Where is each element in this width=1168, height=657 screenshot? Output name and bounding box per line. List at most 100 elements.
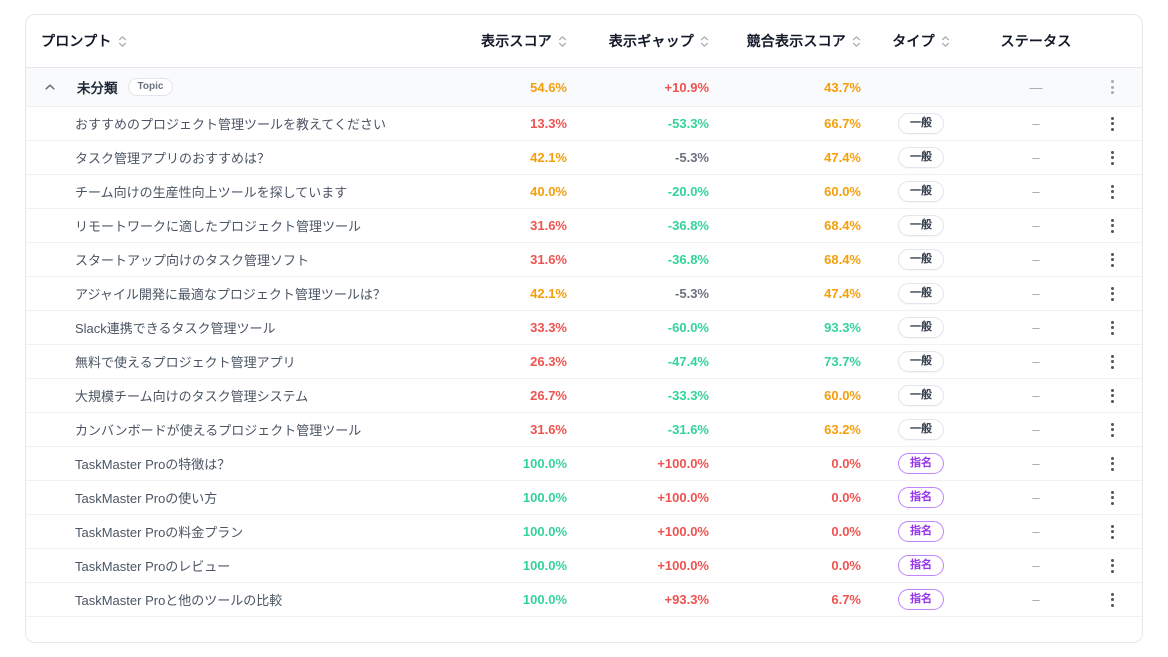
row-actions-menu-button[interactable] [1105, 351, 1120, 373]
sort-icon [558, 35, 567, 48]
prompts-table-card: プロンプト表示スコア 表示ギャップ 競合表示スコアタイプステータス 未分類Topic… [25, 14, 1143, 643]
type-badge: 指名 [898, 521, 944, 542]
row-actions-menu-button[interactable] [1105, 76, 1120, 98]
type-badge: 指名 [898, 589, 944, 610]
score-cell: 31.6% [442, 218, 567, 233]
score-cell: 100.0% [442, 558, 567, 573]
prompt-row: 大規模チーム向けのタスク管理システム26.7%-33.3%60.0%一般– [26, 379, 1142, 413]
group-competitor-score-cell: 43.7% [709, 80, 861, 95]
status-cell: – [981, 252, 1091, 267]
gap-value: -60.0% [668, 320, 709, 335]
type-cell: 指名 [861, 589, 981, 610]
type-badge: 一般 [898, 317, 944, 338]
prompt-text: 無料で使えるプロジェクト管理アプリ [75, 352, 296, 371]
row-actions-menu-button[interactable] [1105, 385, 1120, 407]
row-actions-menu-button[interactable] [1105, 453, 1120, 475]
column-header-prompt[interactable]: プロンプト [26, 31, 442, 51]
prompt-text: おすすめのプロジェクト管理ツールを教えてください [75, 114, 386, 133]
competitor-score-value: 68.4% [824, 218, 861, 233]
column-header-status: ステータス [981, 31, 1091, 51]
prompt-cell: TaskMaster Proの特徴は？ [26, 454, 442, 473]
competitor-score-cell: 73.7% [709, 354, 861, 369]
row-actions-menu-button[interactable] [1105, 181, 1120, 203]
column-header-gap[interactable]: 表示ギャップ [567, 31, 709, 51]
gap-value: +100.0% [657, 558, 709, 573]
row-actions-menu-button[interactable] [1105, 147, 1120, 169]
type-cell: 一般 [861, 385, 981, 406]
prompt-text: TaskMaster Proの料金プラン [75, 522, 243, 541]
gap-value: -5.3% [675, 286, 709, 301]
gap-cell: -53.3% [567, 116, 709, 131]
row-actions-menu-button[interactable] [1105, 589, 1120, 611]
score-value: 26.3% [530, 354, 567, 369]
actions-cell [1091, 487, 1134, 509]
sort-icon [700, 35, 709, 48]
score-value: 33.3% [530, 320, 567, 335]
prompt-text: タスク管理アプリのおすすめは？ [75, 148, 270, 167]
group-score-cell: 54.6% [442, 80, 567, 95]
competitor-score-value: 68.4% [824, 252, 861, 267]
column-header-label: 表示ギャップ [609, 31, 694, 51]
status-cell: – [981, 388, 1091, 403]
status-dash: – [1032, 184, 1039, 199]
prompt-cell: TaskMaster Proの料金プラン [26, 522, 442, 541]
row-actions-menu-button[interactable] [1105, 249, 1120, 271]
status-cell: – [981, 422, 1091, 437]
status-dash: – [1032, 286, 1039, 301]
collapse-group-button[interactable] [41, 78, 59, 96]
actions-cell [1091, 385, 1134, 407]
score-value: 100.0% [523, 524, 567, 539]
prompt-row: スタートアップ向けのタスク管理ソフト31.6%-36.8%68.4%一般– [26, 243, 1142, 277]
actions-cell [1091, 249, 1134, 271]
competitor-score-cell: 0.0% [709, 490, 861, 505]
gap-value: -31.6% [668, 422, 709, 437]
gap-cell: -36.8% [567, 218, 709, 233]
column-header-competitor_score[interactable]: 競合表示スコア [709, 31, 861, 51]
prompt-cell: おすすめのプロジェクト管理ツールを教えてください [26, 114, 442, 133]
score-value: 31.6% [530, 422, 567, 437]
group-actions-cell [1091, 76, 1134, 98]
actions-cell [1091, 521, 1134, 543]
prompt-text: TaskMaster Proと他のツールの比較 [75, 590, 282, 609]
competitor-score-value: 47.4% [824, 286, 861, 301]
competitor-score-value: 0.0% [831, 524, 861, 539]
row-actions-menu-button[interactable] [1105, 113, 1120, 135]
column-header-type[interactable]: タイプ [861, 31, 981, 51]
gap-cell: +93.3% [567, 592, 709, 607]
row-actions-menu-button[interactable] [1105, 317, 1120, 339]
actions-cell [1091, 453, 1134, 475]
status-cell: – [981, 558, 1091, 573]
type-badge: 指名 [898, 555, 944, 576]
score-cell: 13.3% [442, 116, 567, 131]
row-actions-menu-button[interactable] [1105, 521, 1120, 543]
row-actions-menu-button[interactable] [1105, 215, 1120, 237]
score-cell: 42.1% [442, 150, 567, 165]
type-cell: 一般 [861, 419, 981, 440]
prompt-cell: スタートアップ向けのタスク管理ソフト [26, 250, 442, 269]
prompt-text: チーム向けの生産性向上ツールを探しています [75, 182, 347, 201]
column-header-label: 競合表示スコア [747, 31, 846, 51]
prompt-text: リモートワークに適したプロジェクト管理ツール [75, 216, 361, 235]
status-dash: – [1032, 354, 1039, 369]
actions-cell [1091, 283, 1134, 305]
status-cell: – [981, 218, 1091, 233]
status-dash: – [1032, 524, 1039, 539]
score-value: 40.0% [530, 184, 567, 199]
topic-group-row: 未分類Topic54.6%+10.9%43.7%— [26, 68, 1142, 107]
status-cell: – [981, 320, 1091, 335]
competitor-score-value: 0.0% [831, 558, 861, 573]
row-actions-menu-button[interactable] [1105, 555, 1120, 577]
score-value: 26.7% [530, 388, 567, 403]
actions-cell [1091, 113, 1134, 135]
type-cell: 一般 [861, 317, 981, 338]
competitor-score-value: 73.7% [824, 354, 861, 369]
row-actions-menu-button[interactable] [1105, 419, 1120, 441]
row-actions-menu-button[interactable] [1105, 487, 1120, 509]
type-cell: 一般 [861, 113, 981, 134]
row-actions-menu-button[interactable] [1105, 283, 1120, 305]
prompt-text: スタートアップ向けのタスク管理ソフト [75, 250, 309, 269]
gap-cell: +100.0% [567, 524, 709, 539]
gap-value: +100.0% [657, 456, 709, 471]
column-header-score[interactable]: 表示スコア [442, 31, 567, 51]
actions-cell [1091, 555, 1134, 577]
